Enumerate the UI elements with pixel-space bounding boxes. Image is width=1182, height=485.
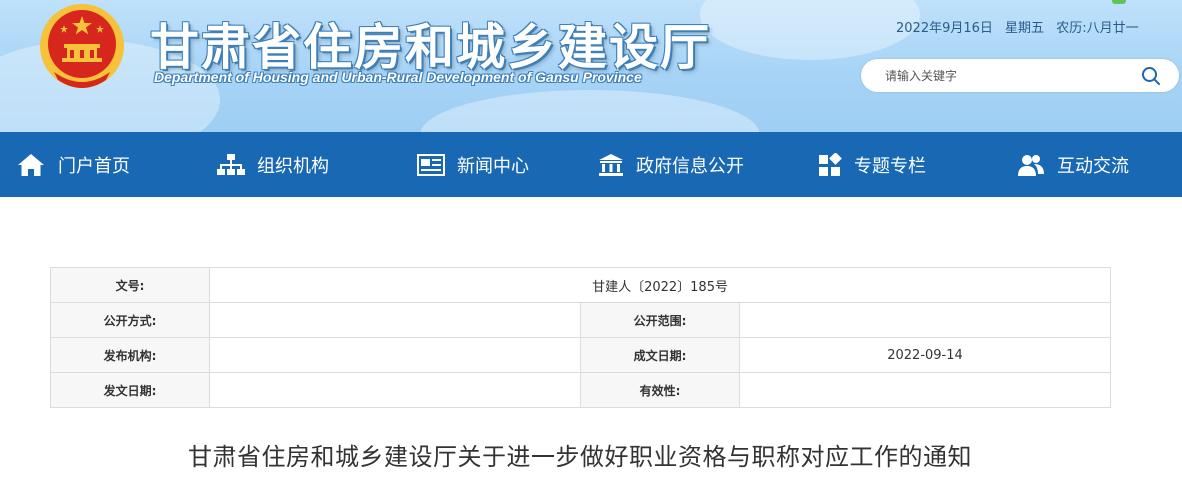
publish-method-label: 公开方式: bbox=[50, 302, 210, 338]
nav-label: 专题专栏 bbox=[854, 155, 926, 177]
nav-label: 互动交流 bbox=[1057, 155, 1129, 177]
current-weekday: 星期五 bbox=[1005, 21, 1045, 36]
table-row: 发文日期: 有效性: bbox=[50, 372, 1112, 408]
nav-label: 门户首页 bbox=[58, 155, 130, 177]
search-icon[interactable] bbox=[1141, 66, 1161, 86]
nav-item-special-topics[interactable]: 专题专栏 bbox=[818, 132, 926, 197]
nav-label: 新闻中心 bbox=[457, 155, 529, 177]
document-info-table: 文号: 甘建人〔2022〕185号 公开方式: 公开范围: 发布机构: 成文日期… bbox=[50, 267, 1112, 408]
doc-number-value: 甘建人〔2022〕185号 bbox=[208, 267, 1112, 303]
main-nav: 门户首页 组织机构 新闻中心 政府信息公开 专题专栏 互动交流 bbox=[0, 132, 1182, 197]
publish-scope-value bbox=[738, 302, 1112, 338]
issue-date-value bbox=[209, 372, 581, 408]
site-header: 甘肃省住房和城乡建设厅 Department of Housing and Ur… bbox=[0, 0, 1182, 132]
table-row: 公开方式: 公开范围: bbox=[50, 302, 1112, 338]
nav-item-news[interactable]: 新闻中心 bbox=[417, 132, 529, 197]
org-chart-icon bbox=[217, 153, 245, 175]
national-emblem-icon bbox=[40, 4, 124, 88]
article-title: 甘肃省住房和城乡建设厅关于进一步做好职业资格与职称对应工作的通知 bbox=[188, 443, 972, 471]
nav-label: 组织机构 bbox=[257, 155, 329, 177]
home-icon bbox=[18, 153, 44, 176]
table-row: 发布机构: 成文日期: 2022-09-14 bbox=[50, 337, 1112, 373]
government-building-icon bbox=[599, 153, 623, 176]
site-subtitle: Department of Housing and Urban-Rural De… bbox=[154, 69, 642, 85]
created-date-value: 2022-09-14 bbox=[738, 337, 1112, 373]
nav-label: 政府信息公开 bbox=[636, 155, 744, 177]
nav-item-organization[interactable]: 组织机构 bbox=[217, 132, 329, 197]
lunar-date: 农历:八月廿一 bbox=[1056, 21, 1139, 36]
news-icon bbox=[417, 153, 445, 176]
nav-item-interaction[interactable]: 互动交流 bbox=[1017, 132, 1129, 197]
publish-scope-label: 公开范围: bbox=[580, 302, 740, 338]
validity-value bbox=[738, 372, 1112, 408]
issuer-value bbox=[209, 337, 581, 373]
search-box bbox=[861, 59, 1179, 92]
publish-method-value bbox=[209, 302, 581, 338]
issuer-label: 发布机构: bbox=[50, 337, 210, 373]
nav-item-gov-info[interactable]: 政府信息公开 bbox=[598, 132, 744, 197]
created-date-label: 成文日期: bbox=[580, 337, 740, 373]
issue-date-label: 发文日期: bbox=[50, 372, 210, 408]
users-icon bbox=[1018, 154, 1044, 176]
grid-blocks-icon bbox=[819, 152, 842, 176]
table-row: 文号: 甘建人〔2022〕185号 bbox=[50, 267, 1112, 303]
doc-number-label: 文号: bbox=[50, 267, 210, 303]
date-line: 2022年9月16日 星期五 农历:八月廿一 bbox=[896, 17, 1147, 36]
search-input[interactable] bbox=[885, 65, 1125, 87]
current-date: 2022年9月16日 bbox=[896, 21, 993, 36]
validity-label: 有效性: bbox=[580, 372, 740, 408]
top-accent-tab bbox=[1112, 0, 1126, 4]
nav-item-home[interactable]: 门户首页 bbox=[16, 132, 130, 197]
